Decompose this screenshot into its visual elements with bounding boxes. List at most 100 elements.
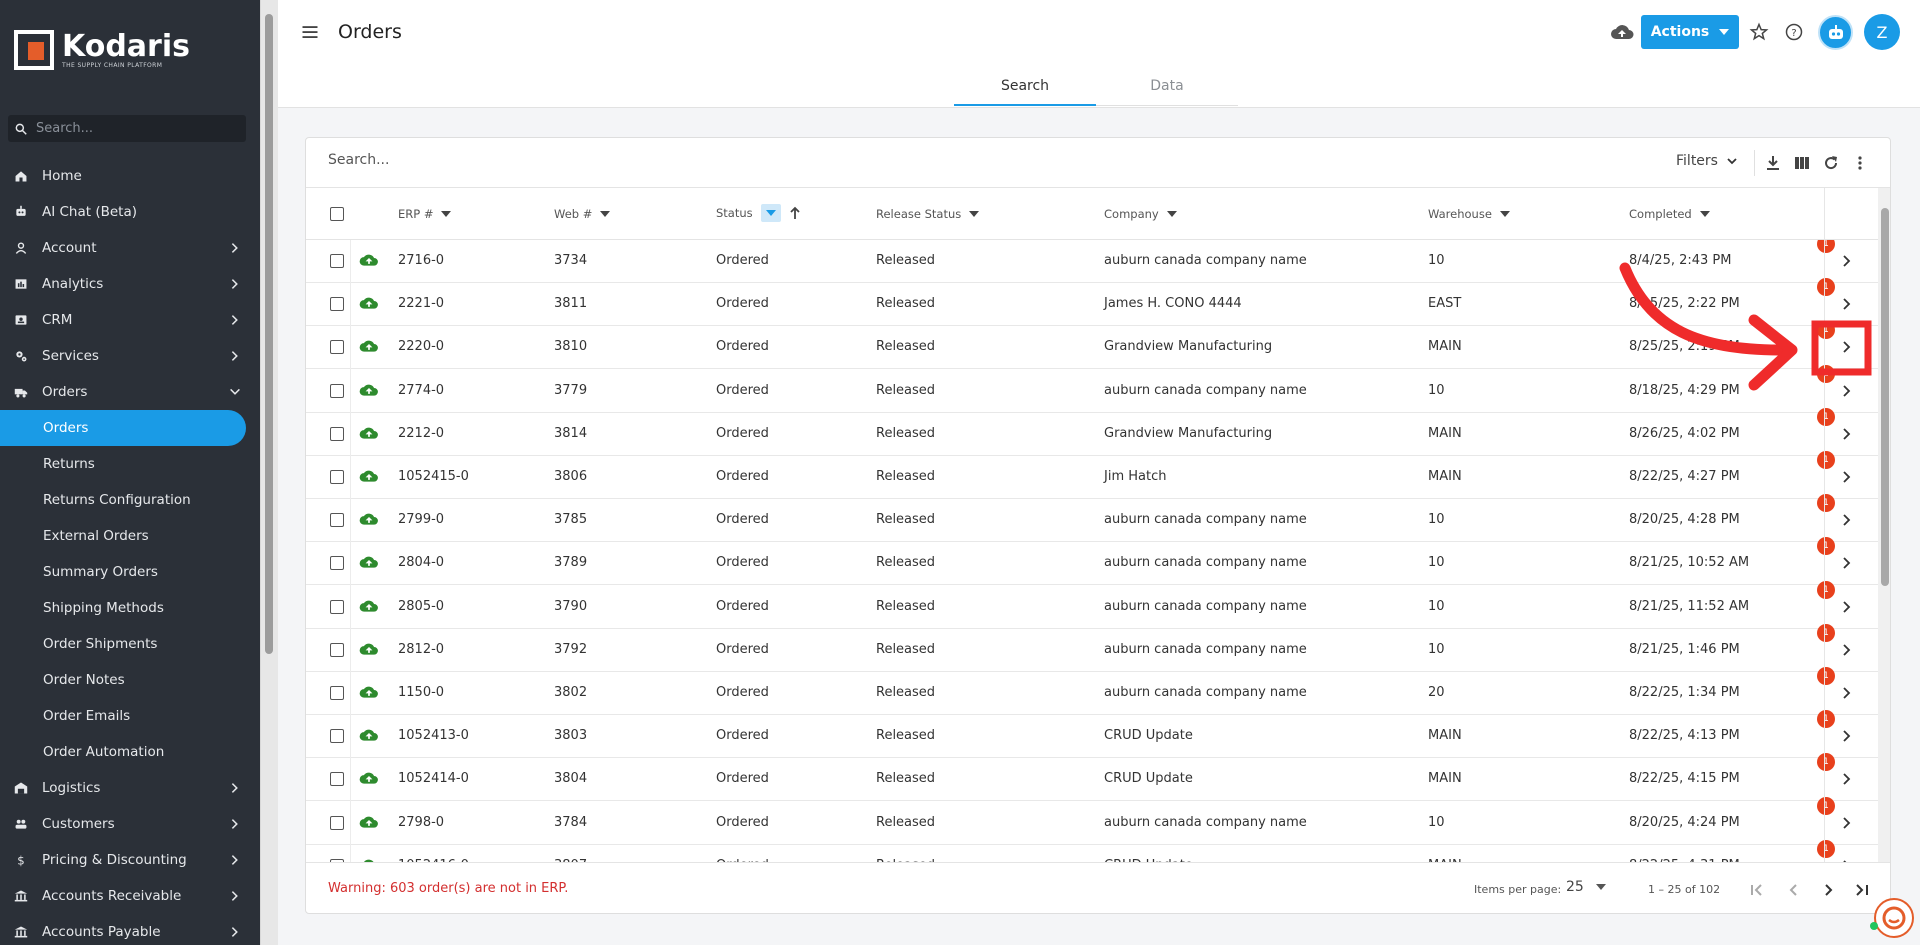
grid-scrollbar-thumb[interactable] (1881, 208, 1889, 586)
row-checkbox[interactable] (330, 729, 344, 744)
refresh-icon[interactable] (1822, 154, 1840, 172)
table-row[interactable]: 2212-0 3814 Ordered Released Grandview Manuf… (306, 407, 1890, 456)
sidebar-scrollbar[interactable] (260, 0, 278, 945)
column-header-warehouse[interactable]: Warehouse (1428, 207, 1510, 221)
sidebar-subitem-shipping-methods[interactable]: Shipping Methods (0, 590, 260, 626)
chevron-right-icon[interactable] (1839, 339, 1855, 355)
sidebar-item-account[interactable]: Account (0, 230, 260, 266)
chevron-right-icon[interactable] (1839, 555, 1855, 571)
star-icon[interactable] (1749, 22, 1769, 42)
sidebar-subitem-order-emails[interactable]: Order Emails (0, 698, 260, 734)
chevron-right-icon[interactable] (1839, 685, 1855, 701)
more-vertical-icon[interactable] (1851, 154, 1869, 172)
sidebar-subitem-order-shipments[interactable]: Order Shipments (0, 626, 260, 662)
cloud-upload-icon[interactable] (358, 770, 380, 787)
row-checkbox[interactable] (330, 340, 344, 355)
cloud-upload-icon[interactable] (358, 382, 380, 399)
table-row[interactable]: 1150-0 3802 Ordered Released auburn canada c… (306, 667, 1890, 715)
row-checkbox[interactable] (330, 642, 344, 657)
column-header-company[interactable]: Company (1104, 207, 1177, 221)
row-checkbox[interactable] (330, 297, 344, 312)
sidebar-search-input[interactable] (36, 121, 236, 136)
table-row[interactable]: 2220-0 3810 Ordered Released Grandview Manuf… (306, 321, 1890, 370)
sidebar-subitem-order-notes[interactable]: Order Notes (0, 662, 260, 698)
row-checkbox[interactable] (330, 254, 344, 268)
columns-icon[interactable] (1793, 154, 1811, 172)
table-row[interactable]: 1052414-0 3804 Ordered Released CRUD Update M… (306, 753, 1890, 802)
sidebar-item-crm[interactable]: CRM (0, 302, 260, 338)
column-header-release-status[interactable]: Release Status (876, 207, 980, 221)
table-row[interactable]: 2716-0 3734 Ordered Released auburn canada c… (306, 240, 1890, 283)
sidebar-item-accounts-receivable[interactable]: Accounts Receivable (0, 878, 260, 914)
cloud-upload-icon[interactable] (358, 598, 380, 615)
user-avatar[interactable]: Z (1864, 14, 1900, 50)
row-checkbox[interactable] (330, 599, 344, 614)
chevron-right-icon[interactable] (1839, 771, 1855, 787)
sidebar-item-analytics[interactable]: Analytics (0, 266, 260, 302)
sidebar-item-customers[interactable]: Customers (0, 806, 260, 842)
row-checkbox[interactable] (330, 513, 344, 528)
grid-scrollbar[interactable] (1878, 188, 1890, 862)
actions-button[interactable]: Actions (1641, 15, 1739, 49)
support-chat-button[interactable] (1874, 898, 1914, 938)
sidebar-item-services[interactable]: Services (0, 338, 260, 374)
chevron-right-icon[interactable] (1839, 599, 1855, 615)
sidebar-item-accounts-payable[interactable]: Accounts Payable (0, 914, 260, 945)
filters-button[interactable]: Filters (1676, 153, 1738, 169)
table-row[interactable]: 2799-0 3785 Ordered Released auburn canada c… (306, 494, 1890, 543)
sidebar-subitem-returns-configuration[interactable]: Returns Configuration (0, 482, 260, 518)
cloud-upload-icon[interactable] (358, 252, 380, 269)
grid-search-input[interactable] (328, 152, 928, 168)
sidebar-search[interactable] (8, 115, 246, 142)
hamburger-menu-icon[interactable] (300, 22, 320, 42)
select-all-checkbox[interactable] (330, 207, 344, 221)
row-checkbox[interactable] (330, 686, 344, 700)
sidebar-scrollbar-thumb[interactable] (265, 14, 273, 654)
kodaris-logo[interactable]: Kodaris THE SUPPLY CHAIN PLATFORM (14, 30, 190, 70)
help-icon[interactable]: ? (1784, 22, 1804, 42)
row-checkbox[interactable] (330, 815, 344, 830)
row-checkbox[interactable] (330, 470, 344, 484)
row-checkbox[interactable] (330, 772, 344, 787)
first-page-icon[interactable] (1748, 881, 1766, 899)
chevron-right-icon[interactable] (1839, 296, 1855, 312)
row-checkbox[interactable] (330, 556, 344, 571)
cloud-upload-icon[interactable] (358, 641, 380, 658)
table-row[interactable]: 2774-0 3779 Ordered Released auburn canada c… (306, 364, 1890, 413)
sidebar-item-logistics[interactable]: Logistics (0, 770, 260, 806)
table-row[interactable]: 2804-0 3789 Ordered Released auburn canada c… (306, 537, 1890, 586)
sidebar-subitem-summary-orders[interactable]: Summary Orders (0, 554, 260, 590)
filter-active-caret-icon[interactable] (760, 204, 781, 222)
chevron-right-icon[interactable] (1839, 512, 1855, 528)
ai-assistant-button[interactable] (1818, 15, 1853, 50)
cloud-upload-icon[interactable] (358, 338, 380, 355)
sidebar-item-orders[interactable]: Orders (0, 374, 260, 410)
table-row[interactable]: 2812-0 3792 Ordered Released auburn canada c… (306, 623, 1890, 672)
table-row[interactable]: 1052413-0 3803 Ordered Released CRUD Update M… (306, 710, 1890, 759)
column-header-web[interactable]: Web # (554, 207, 611, 221)
cloud-upload-icon[interactable] (358, 468, 380, 485)
sort-ascending-arrow-icon[interactable] (789, 206, 801, 220)
cloud-upload-icon[interactable] (1610, 22, 1634, 42)
chevron-right-icon[interactable] (1839, 426, 1855, 442)
tab-search[interactable]: Search (954, 66, 1096, 106)
table-row[interactable]: 1052415-0 3806 Ordered Released Jim Hatch MAI… (306, 451, 1890, 499)
cloud-upload-icon[interactable] (358, 814, 380, 831)
chevron-right-icon[interactable] (1839, 642, 1855, 658)
sidebar-subitem-returns[interactable]: Returns (0, 446, 260, 482)
items-per-page-select[interactable]: 25 (1566, 879, 1606, 895)
next-page-icon[interactable] (1820, 881, 1838, 899)
cloud-upload-icon[interactable] (358, 425, 380, 442)
cloud-upload-icon[interactable] (358, 511, 380, 528)
last-page-icon[interactable] (1853, 881, 1871, 899)
column-header-erp[interactable]: ERP # (398, 207, 452, 221)
cloud-upload-icon[interactable] (358, 554, 380, 571)
column-header-status[interactable]: Status (716, 204, 801, 222)
cloud-upload-icon[interactable] (358, 295, 380, 312)
chevron-right-icon[interactable] (1839, 383, 1855, 399)
table-row[interactable]: 2805-0 3790 Ordered Released auburn canada c… (306, 580, 1890, 629)
sidebar-item-pricing-discounting[interactable]: $ Pricing & Discounting (0, 842, 260, 878)
sidebar-subitem-order-automation[interactable]: Order Automation (0, 734, 260, 770)
chevron-right-icon[interactable] (1839, 815, 1855, 831)
previous-page-icon[interactable] (1784, 881, 1802, 899)
